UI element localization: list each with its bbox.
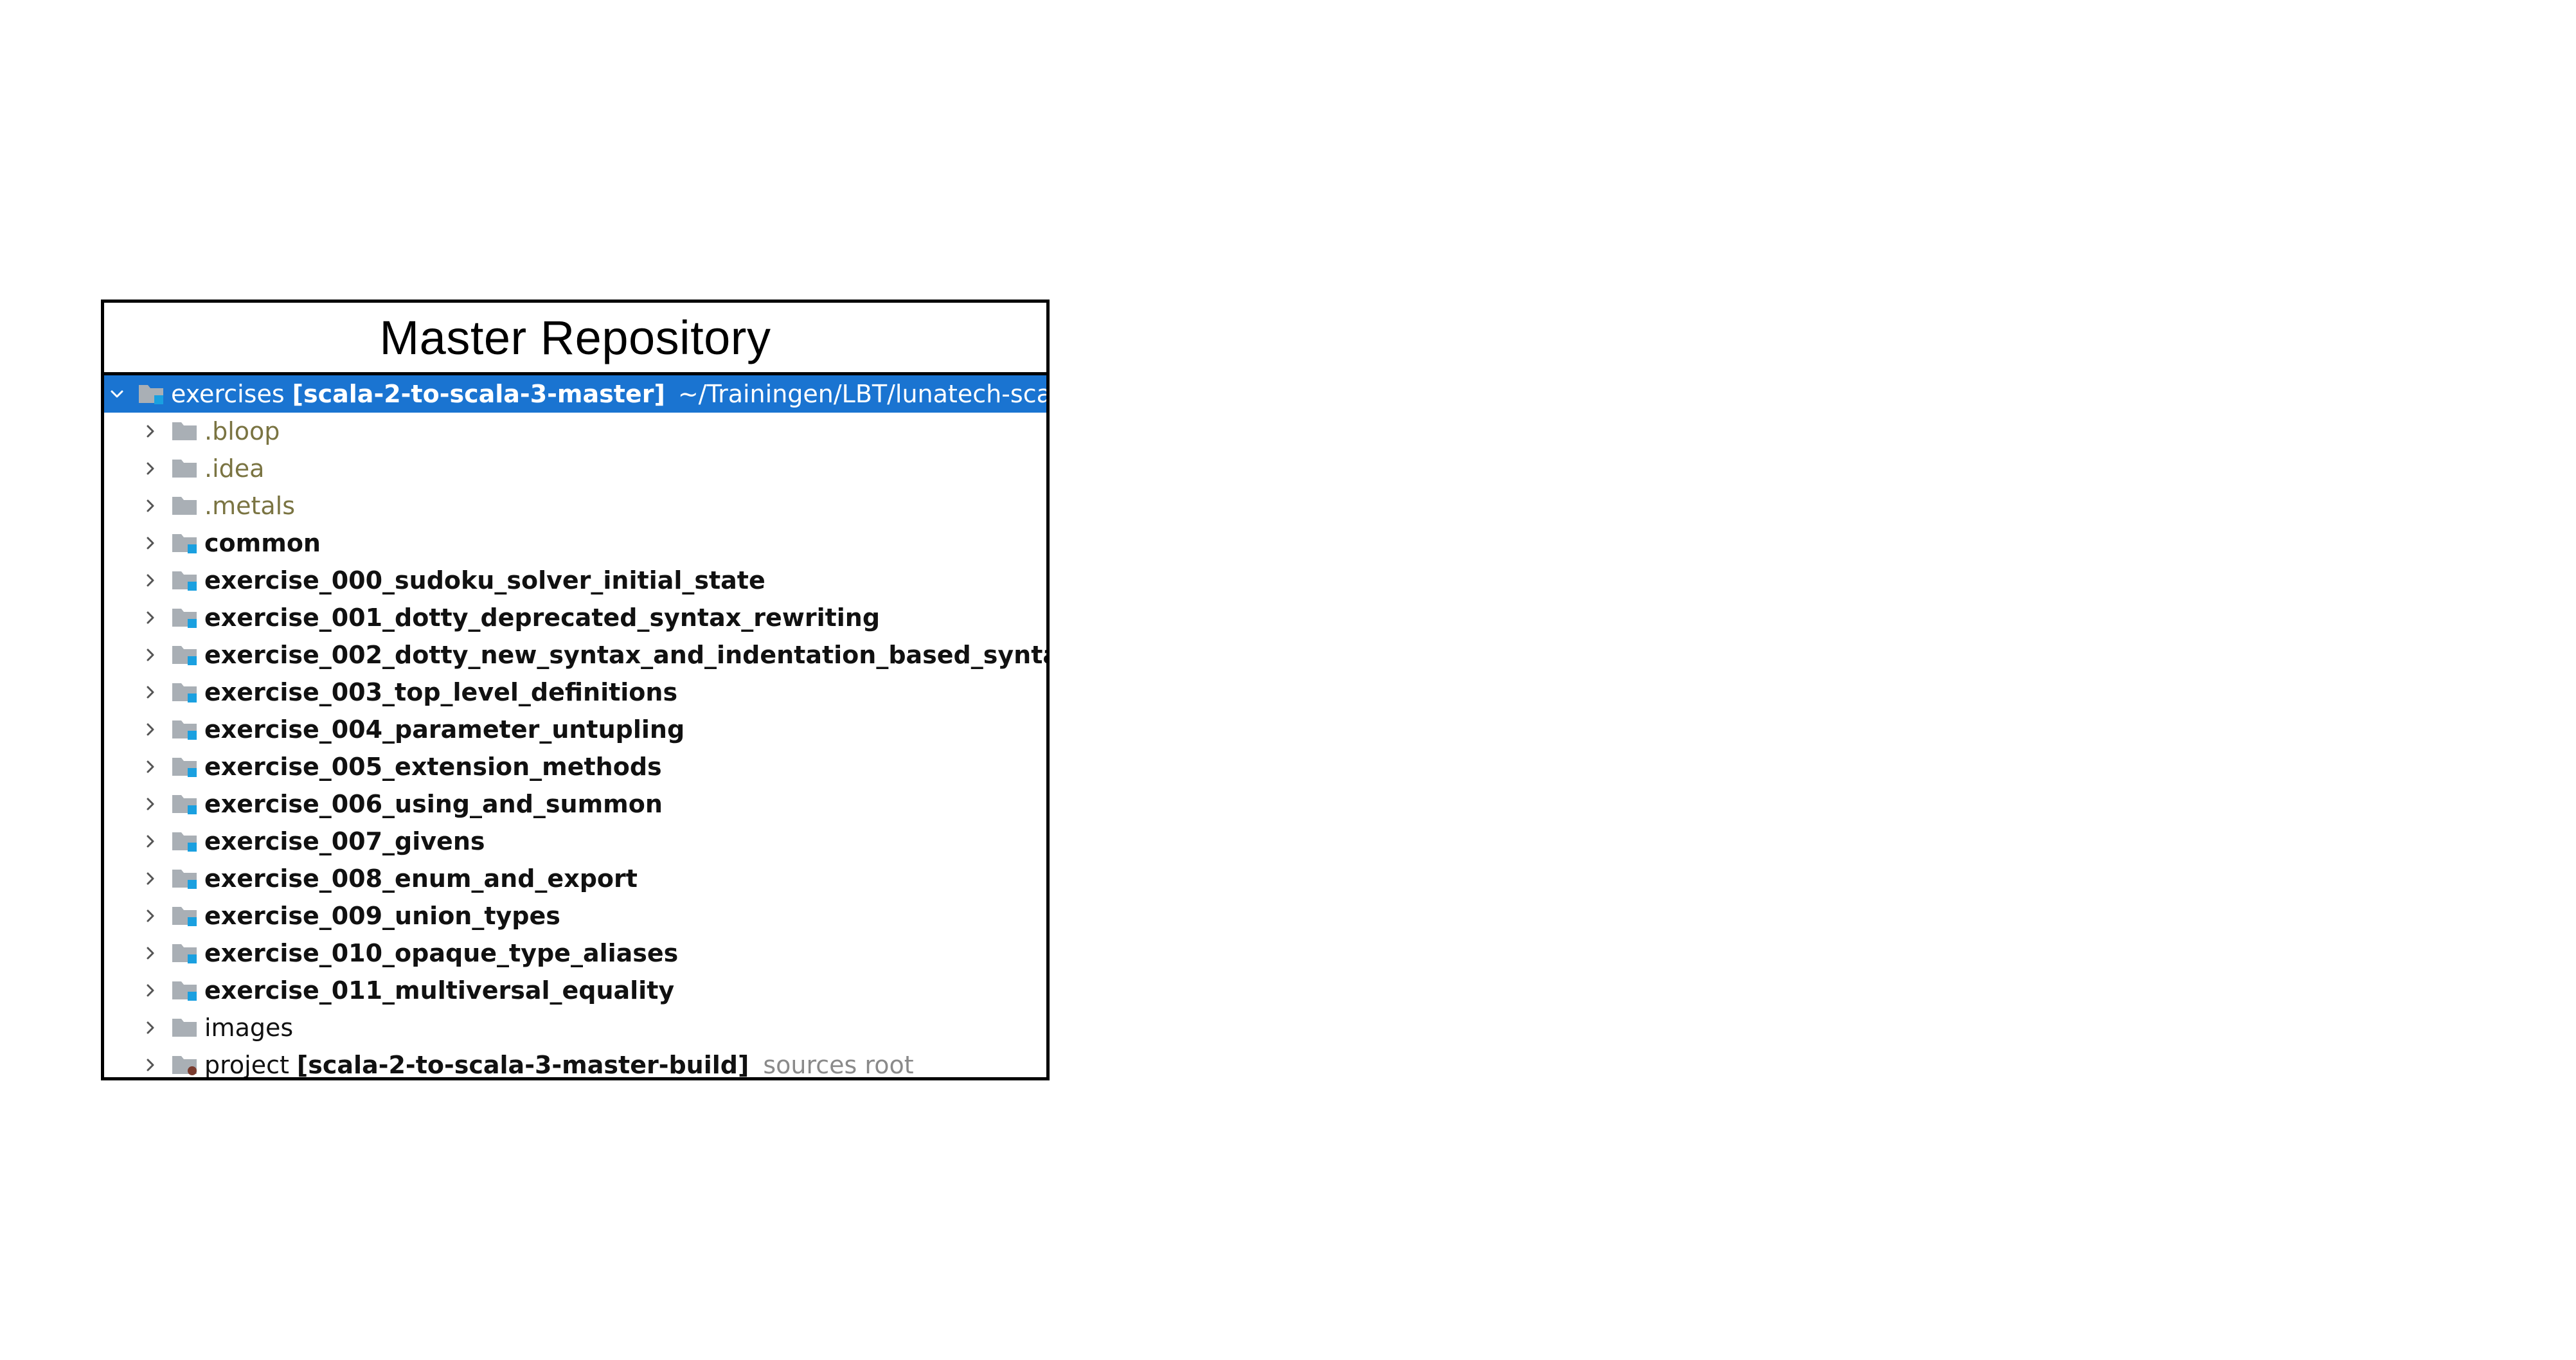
chevron-right-icon[interactable]: [138, 748, 163, 785]
tree-item-row[interactable]: .idea: [104, 450, 1046, 487]
folder-icon: [171, 1015, 199, 1041]
tree-item-label: exercise_007_givens: [204, 827, 485, 855]
chevron-right-icon[interactable]: [138, 972, 163, 1009]
project-tree-panel: Master Repository exercises [scala-2-to-…: [101, 300, 1050, 1080]
tree-item-note: sources root: [763, 1051, 914, 1079]
chevron-down-icon[interactable]: [104, 375, 130, 413]
tree-item-label: common: [204, 529, 321, 557]
tree-item-label: .idea: [204, 454, 265, 483]
tree-item-label: exercise_008_enum_and_export: [204, 864, 638, 893]
tree-item-row[interactable]: .bloop: [104, 413, 1046, 450]
chevron-right-icon[interactable]: [138, 562, 163, 599]
tree-item-label: exercise_003_top_level_definitions: [204, 678, 678, 706]
tree-item-row[interactable]: exercise_000_sudoku_solver_initial_state: [104, 562, 1046, 599]
tree-item-label: exercise_001_dotty_deprecated_syntax_rew…: [204, 604, 881, 632]
chevron-right-icon[interactable]: [138, 897, 163, 935]
tree-item-row[interactable]: exercise_005_extension_methods: [104, 748, 1046, 785]
tree-item-label: exercise_006_using_and_summon: [204, 790, 663, 818]
module-folder-icon: [171, 978, 199, 1003]
tree-item-row[interactable]: exercise_009_union_types: [104, 897, 1046, 935]
tree-item-row[interactable]: exercise_003_top_level_definitions: [104, 674, 1046, 711]
module-folder-icon: [171, 605, 199, 631]
tree-item-row[interactable]: exercise_001_dotty_deprecated_syntax_rew…: [104, 599, 1046, 636]
chevron-right-icon[interactable]: [138, 1009, 163, 1046]
chevron-right-icon[interactable]: [138, 1046, 163, 1077]
tree-item-label: .bloop: [204, 417, 280, 445]
panel-title: Master Repository: [104, 303, 1046, 375]
module-folder-icon: [171, 530, 199, 556]
chevron-right-icon[interactable]: [138, 860, 163, 897]
tree-item-label: project: [204, 1051, 289, 1079]
module-folder-icon: [171, 754, 199, 780]
tree-item-label: exercise_002_dotty_new_syntax_and_indent…: [204, 641, 1050, 669]
tree-item-row[interactable]: images: [104, 1009, 1046, 1046]
root-folder-name: exercises: [171, 380, 285, 408]
module-folder-icon: [171, 642, 199, 668]
tree-item-label: exercise_009_union_types: [204, 902, 560, 930]
module-folder-icon: [171, 903, 199, 929]
module-folder-icon: [171, 679, 199, 705]
tree-item-row[interactable]: exercise_008_enum_and_export: [104, 860, 1046, 897]
root-path: ~/Trainingen/LBT/lunatech-scala: [677, 380, 1050, 408]
tree-item-label: exercise_000_sudoku_solver_initial_state: [204, 566, 765, 595]
project-tree[interactable]: exercises [scala-2-to-scala-3-master] ~/…: [104, 375, 1046, 1079]
folder-icon: [171, 493, 199, 519]
chevron-right-icon[interactable]: [138, 711, 163, 748]
chevron-right-icon[interactable]: [138, 823, 163, 860]
tree-item-row[interactable]: exercise_006_using_and_summon: [104, 785, 1046, 823]
tree-item-label: exercise_004_parameter_untupling: [204, 715, 685, 744]
module-folder-icon: [138, 381, 166, 407]
root-module-name: [scala-2-to-scala-3-master]: [292, 380, 665, 408]
folder-icon: [171, 418, 199, 444]
tree-root-row[interactable]: exercises [scala-2-to-scala-3-master] ~/…: [104, 375, 1046, 413]
tree-item-row[interactable]: exercise_010_opaque_type_aliases: [104, 935, 1046, 972]
chevron-right-icon[interactable]: [138, 487, 163, 524]
tree-item-row[interactable]: exercise_011_multiversal_equality: [104, 972, 1046, 1009]
tree-item-module: [scala-2-to-scala-3-master-build]: [296, 1051, 749, 1079]
tree-item-label: exercise_005_extension_methods: [204, 753, 662, 781]
tree-item-row[interactable]: exercise_007_givens: [104, 823, 1046, 860]
chevron-right-icon[interactable]: [138, 785, 163, 823]
tree-item-label: images: [204, 1014, 294, 1042]
chevron-right-icon[interactable]: [138, 935, 163, 972]
module-folder-icon: [171, 866, 199, 891]
chevron-right-icon[interactable]: [138, 674, 163, 711]
folder-icon: [171, 456, 199, 481]
chevron-right-icon[interactable]: [138, 524, 163, 562]
chevron-right-icon[interactable]: [138, 636, 163, 674]
tree-item-row[interactable]: .metals: [104, 487, 1046, 524]
module-folder-icon: [171, 717, 199, 742]
tree-item-label: exercise_011_multiversal_equality: [204, 976, 675, 1005]
tree-item-row[interactable]: common: [104, 524, 1046, 562]
module-folder-icon: [171, 791, 199, 817]
tree-item-row[interactable]: exercise_002_dotty_new_syntax_and_indent…: [104, 636, 1046, 674]
chevron-right-icon[interactable]: [138, 599, 163, 636]
module-folder-icon: [171, 568, 199, 593]
project-folder-icon: [171, 1052, 199, 1077]
tree-item-label: .metals: [204, 492, 296, 520]
chevron-right-icon[interactable]: [138, 450, 163, 487]
tree-item-row[interactable]: project [scala-2-to-scala-3-master-build]…: [104, 1046, 1046, 1079]
module-folder-icon: [171, 940, 199, 966]
chevron-right-icon[interactable]: [138, 413, 163, 450]
module-folder-icon: [171, 828, 199, 854]
tree-item-row[interactable]: exercise_004_parameter_untupling: [104, 711, 1046, 748]
tree-item-label: exercise_010_opaque_type_aliases: [204, 939, 679, 967]
